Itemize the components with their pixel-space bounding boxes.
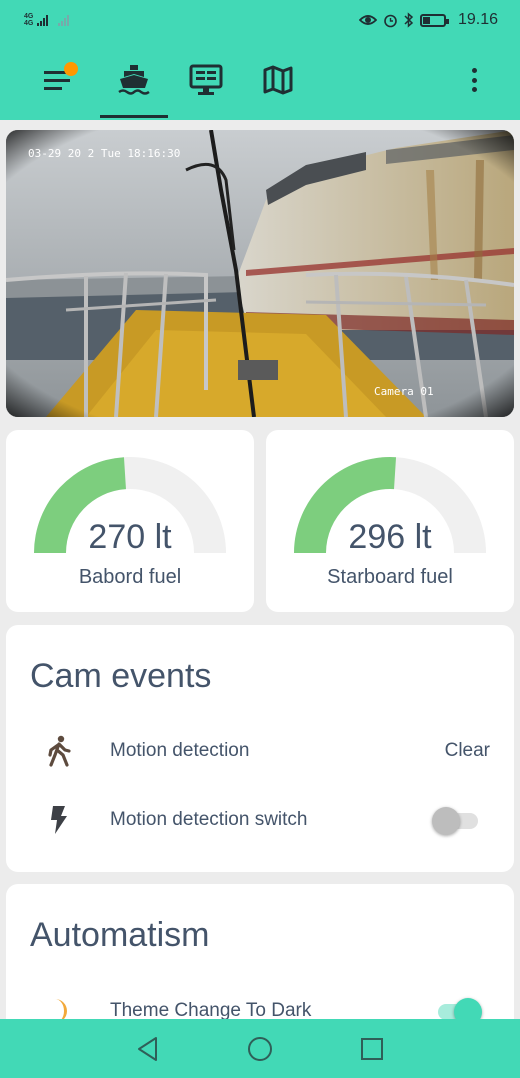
ferry-icon [118, 65, 150, 95]
bluetooth-icon [404, 12, 414, 28]
gauge-starboard-fuel[interactable]: 296 lt Starboard fuel [266, 430, 514, 612]
gauge-babord-fuel[interactable]: 270 lt Babord fuel [6, 430, 254, 612]
camera-timestamp: 03-29 20 2 Tue 18:16:30 [28, 147, 180, 160]
automatism-title: Automatism [30, 916, 210, 954]
motion-detection-toggle[interactable] [432, 803, 484, 837]
network-type-bottom: 4G [24, 20, 34, 27]
menu-button[interactable] [18, 40, 98, 120]
gauge-label: Starboard fuel [327, 566, 453, 588]
tab-ferry[interactable] [98, 40, 170, 120]
flash-icon [44, 803, 74, 837]
camera-label: Camera 01 [374, 385, 434, 398]
motion-detection-label: Motion detection [110, 740, 250, 761]
signal-strength-icon [37, 14, 49, 26]
cam-events-title: Cam events [30, 657, 212, 695]
cam-events-card: Cam events Motion detection Clear Motion… [6, 625, 514, 872]
gauge-value: 270 lt [88, 518, 172, 556]
battery-icon [419, 13, 449, 27]
motion-detection-switch-row: Motion detection switch [6, 795, 514, 845]
tab-monitor[interactable] [170, 40, 242, 120]
toggle-knob [432, 807, 460, 835]
app-bar [0, 40, 520, 120]
motion-detection-state: Clear [444, 740, 490, 761]
eye-icon [358, 15, 377, 25]
recents-square-icon [361, 1037, 383, 1060]
network-type-top: 4G [24, 13, 34, 20]
notification-badge [64, 62, 78, 76]
tab-map[interactable] [242, 40, 314, 120]
camera-image: 03-29 20 2 Tue 18:16:30 Camera 01 [6, 130, 514, 417]
recents-button[interactable] [354, 1031, 390, 1067]
map-icon [263, 65, 293, 95]
motion-detection-row[interactable]: Motion detection Clear [6, 726, 514, 776]
monitor-icon [189, 64, 223, 95]
system-navigation-bar [0, 1019, 520, 1078]
home-circle-icon [248, 1036, 272, 1061]
alarm-icon [384, 14, 397, 27]
gauge-label: Babord fuel [78, 566, 182, 588]
back-button[interactable] [130, 1031, 166, 1067]
more-options-button[interactable] [462, 66, 486, 94]
signal-indicators: 4G 4G [24, 13, 70, 27]
home-button[interactable] [242, 1031, 278, 1067]
network-type: 4G 4G [24, 13, 33, 27]
camera-feed[interactable]: 03-29 20 2 Tue 18:16:30 Camera 01 [6, 130, 514, 417]
motion-detection-switch-label: Motion detection switch [110, 809, 308, 830]
walk-icon [44, 734, 74, 768]
battery-level [422, 16, 430, 24]
status-bar: 4G 4G 19.16 [0, 0, 520, 40]
back-triangle-icon [138, 1036, 157, 1061]
status-right: 19.16 [358, 11, 498, 29]
gauge-value: 296 lt [348, 518, 432, 556]
more-vertical-icon [471, 68, 477, 73]
clock: 19.16 [457, 11, 498, 28]
signal-strength-secondary-icon [58, 14, 70, 26]
